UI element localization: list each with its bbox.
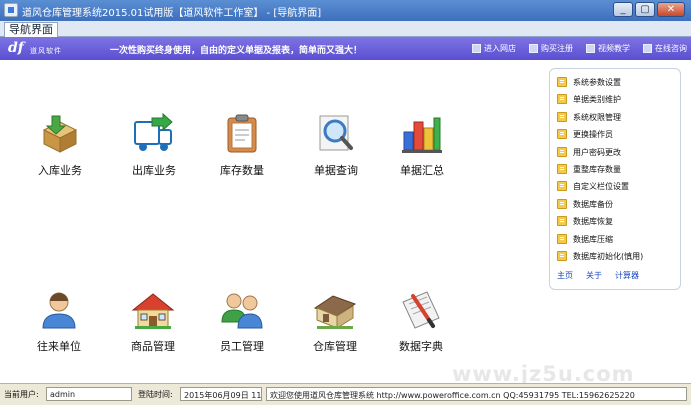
module-partners-label: 往来单位 <box>37 340 81 353</box>
link-shop[interactable]: 进入网店 <box>472 43 516 54</box>
menu-item-system-params[interactable]: 系统参数设置 <box>557 75 621 89</box>
warehouse-icon <box>313 288 357 332</box>
module-summary-label: 单据汇总 <box>400 164 444 177</box>
module-outbound[interactable]: 出库业务 <box>119 112 189 178</box>
top-links: 进入网店 购买注册 视频教学 在线咨询 <box>472 43 687 54</box>
document-icon <box>557 147 567 157</box>
close-button[interactable]: ✕ <box>657 2 685 17</box>
current-user-label: 当前用户: <box>4 390 39 399</box>
logo: df 道风软件 <box>8 40 70 58</box>
consult-icon <box>643 44 652 53</box>
maximize-button[interactable]: ▢ <box>635 2 655 17</box>
module-query[interactable]: 单据查询 <box>301 112 371 178</box>
link-calculator[interactable]: 计算器 <box>615 270 639 281</box>
module-query-label: 单据查询 <box>314 164 358 177</box>
banner: df 道风软件 一次性购买终身使用，自由的定义单据及报表，简单而又强大！ 进入网… <box>0 37 691 60</box>
status-message: 欢迎您使用道风仓库管理系统 http://www.poweroffice.com… <box>266 387 687 401</box>
module-summary[interactable]: 单据汇总 <box>387 112 457 178</box>
document-icon <box>557 112 567 122</box>
tab-navigation[interactable]: 导航界面 <box>4 22 58 37</box>
module-products[interactable]: 商品管理 <box>118 288 188 354</box>
module-stock-label: 库存数量 <box>220 164 264 177</box>
minimize-button[interactable]: _ <box>613 2 633 17</box>
document-icon <box>557 181 567 191</box>
document-icon <box>557 251 567 261</box>
window-title: 道风仓库管理系统2015.01试用版【道风软件工作室】 - [导航界面] <box>22 8 322 19</box>
module-inbound[interactable]: 入库业务 <box>25 112 95 178</box>
document-icon <box>557 164 567 174</box>
menu-item-db-backup[interactable]: 数据库备份 <box>557 197 613 211</box>
module-products-label: 商品管理 <box>131 340 175 353</box>
login-time-label: 登陆时间: <box>138 390 173 399</box>
module-dictionary[interactable]: 数据字典 <box>386 288 456 354</box>
document-icon <box>557 216 567 226</box>
module-warehouse-label: 仓库管理 <box>313 340 357 353</box>
clipboard-icon <box>220 112 264 156</box>
menu-item-change-password[interactable]: 用户密码更改 <box>557 145 621 159</box>
menu-item-db-restore[interactable]: 数据库恢复 <box>557 214 613 228</box>
window-controls: _ ▢ ✕ <box>613 2 685 17</box>
current-user-value: admin <box>46 387 132 401</box>
link-video[interactable]: 视频教学 <box>586 43 630 54</box>
app-icon <box>4 3 18 17</box>
login-time-value: 2015年06月09日 11时48分37秒 <box>180 387 262 401</box>
module-dictionary-label: 数据字典 <box>399 340 443 353</box>
house-icon <box>131 288 175 332</box>
module-inbound-label: 入库业务 <box>38 164 82 177</box>
register-icon <box>529 44 538 53</box>
partner-user-icon <box>37 288 81 332</box>
menu-item-doc-categories[interactable]: 单据类别维护 <box>557 92 621 106</box>
status-bar: 当前用户: admin 登陆时间: 2015年06月09日 11时48分37秒 … <box>0 383 691 405</box>
link-about[interactable]: 关于 <box>586 270 602 281</box>
bar-chart-icon <box>400 112 444 156</box>
menu-item-custom-fields[interactable]: 自定义栏位设置 <box>557 179 629 193</box>
staff-users-icon <box>220 288 264 332</box>
inbound-box-icon <box>38 112 82 156</box>
menu-item-permissions[interactable]: 系统权限管理 <box>557 110 621 124</box>
menu-item-switch-operator[interactable]: 更换操作员 <box>557 127 613 141</box>
module-staff-label: 员工管理 <box>220 340 264 353</box>
logo-mark: df <box>8 40 24 56</box>
main-area: 入库业务 出库业务 库存数量 单据查询 单据汇总 往来单位 商品管理 员工管理 … <box>0 60 691 383</box>
video-icon <box>586 44 595 53</box>
link-register[interactable]: 购买注册 <box>529 43 573 54</box>
panel-links: 主页 关于 计算器 <box>557 270 639 281</box>
document-icon <box>557 234 567 244</box>
menu-item-db-compress[interactable]: 数据库压缩 <box>557 232 613 246</box>
document-icon <box>557 77 567 87</box>
document-icon <box>557 129 567 139</box>
document-icon <box>557 199 567 209</box>
magnifier-icon <box>314 112 358 156</box>
tab-strip: 导航界面 <box>0 21 691 37</box>
menu-item-rebuild-stock[interactable]: 重整库存数量 <box>557 162 621 176</box>
module-outbound-label: 出库业务 <box>132 164 176 177</box>
module-staff[interactable]: 员工管理 <box>207 288 277 354</box>
shop-icon <box>472 44 481 53</box>
book-pen-icon <box>399 288 443 332</box>
menu-item-db-initialize[interactable]: 数据库初始化(慎用) <box>557 249 643 263</box>
module-stock[interactable]: 库存数量 <box>207 112 277 178</box>
system-menu-panel: 系统参数设置 单据类别维护 系统权限管理 更换操作员 用户密码更改 重整库存数量… <box>549 68 681 290</box>
link-consult[interactable]: 在线咨询 <box>643 43 687 54</box>
title-bar: 道风仓库管理系统2015.01试用版【道风软件工作室】 - [导航界面] _ ▢… <box>0 0 691 21</box>
module-warehouse[interactable]: 仓库管理 <box>300 288 370 354</box>
module-partners[interactable]: 往来单位 <box>24 288 94 354</box>
link-home[interactable]: 主页 <box>557 270 573 281</box>
document-icon <box>557 94 567 104</box>
logo-name: 道风软件 <box>30 47 62 55</box>
slogan: 一次性购买终身使用，自由的定义单据及报表，简单而又强大！ <box>110 46 363 56</box>
outbound-truck-icon <box>132 112 176 156</box>
